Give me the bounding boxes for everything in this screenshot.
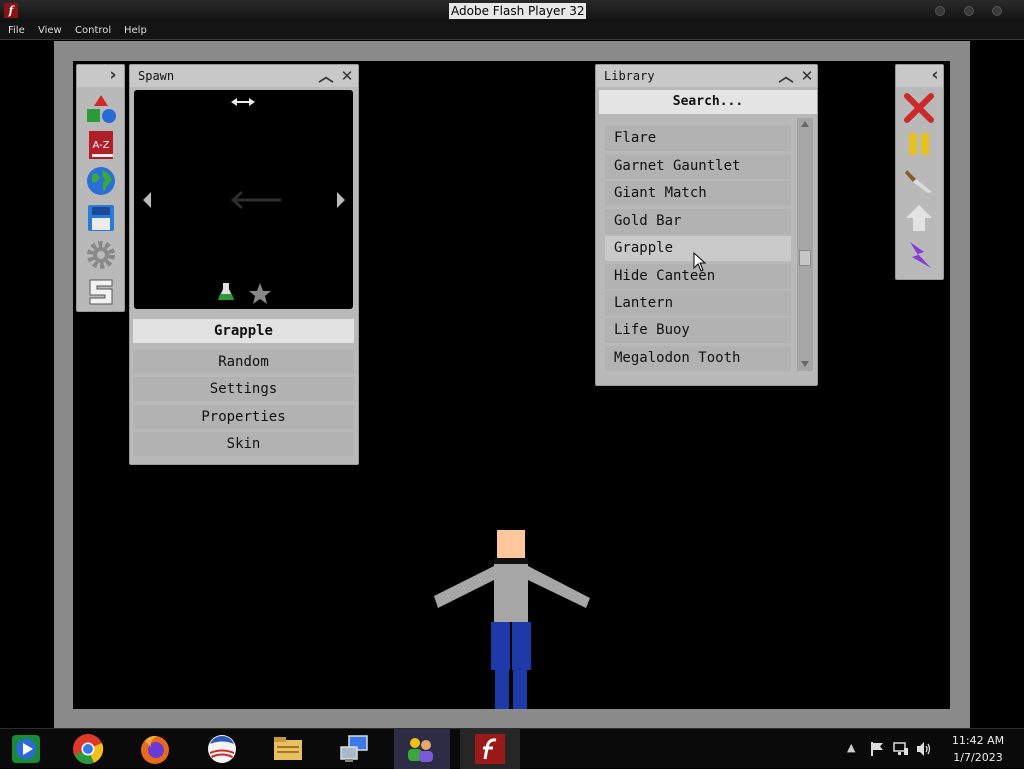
star-icon[interactable] bbox=[249, 283, 271, 304]
obama-logo-icon[interactable] bbox=[206, 733, 238, 765]
action-center-flag-icon[interactable] bbox=[869, 741, 885, 757]
minimize-button[interactable] bbox=[935, 6, 945, 16]
clock-time[interactable]: 11:42 AM bbox=[943, 734, 1013, 747]
pause-icon[interactable] bbox=[904, 129, 934, 159]
library-item[interactable]: Life Buoy bbox=[605, 318, 791, 343]
show-hidden-icons-chevron-icon[interactable]: ▲ bbox=[847, 741, 855, 754]
menu-bar: File View Control Help bbox=[0, 22, 1024, 40]
spawn-random-button[interactable]: Random bbox=[133, 350, 354, 374]
delete-x-icon[interactable] bbox=[904, 93, 934, 123]
expand-right-toolbar-button[interactable]: ‹ bbox=[927, 67, 943, 84]
scroll-down-arrow-icon[interactable] bbox=[801, 361, 809, 367]
steam-s-icon[interactable] bbox=[86, 277, 116, 307]
library-item[interactable]: Gold Bar bbox=[605, 209, 791, 234]
windows-media-icon[interactable] bbox=[10, 733, 42, 765]
expand-toolbar-button[interactable]: › bbox=[105, 67, 121, 84]
firefox-icon[interactable] bbox=[139, 733, 171, 765]
collapse-library-panel-button[interactable]: ︿ bbox=[778, 68, 794, 84]
library-search-input[interactable]: Search... bbox=[599, 90, 817, 114]
library-item[interactable]: Flare bbox=[605, 126, 791, 151]
library-item[interactable]: Lantern bbox=[605, 291, 791, 316]
maximize-button[interactable] bbox=[964, 6, 974, 16]
library-item[interactable]: Giant Match bbox=[605, 181, 791, 206]
file-explorer-icon[interactable] bbox=[272, 733, 304, 765]
library-item[interactable]: Megalodon Tooth bbox=[605, 346, 791, 371]
scrollbar-thumb[interactable] bbox=[799, 250, 811, 266]
menu-control[interactable]: Control bbox=[75, 25, 111, 36]
menu-help[interactable]: Help bbox=[124, 25, 147, 36]
scroll-up-arrow-icon[interactable] bbox=[801, 121, 809, 127]
grapple-hook-icon bbox=[230, 190, 281, 210]
spawn-properties-button[interactable]: Properties bbox=[133, 405, 354, 429]
globe-icon[interactable] bbox=[86, 166, 116, 196]
library-item[interactable]: Garnet Gauntlet bbox=[605, 154, 791, 179]
library-scrollbar[interactable] bbox=[797, 118, 813, 371]
save-icon[interactable] bbox=[86, 203, 116, 233]
clock-date[interactable]: 1/7/2023 bbox=[943, 751, 1013, 764]
menu-file[interactable]: File bbox=[8, 25, 25, 36]
up-arrow-icon[interactable] bbox=[904, 203, 934, 233]
prev-item-arrow-icon[interactable] bbox=[143, 192, 151, 208]
ragdoll-figure[interactable] bbox=[430, 528, 594, 709]
close-spawn-panel-button[interactable]: ✕ bbox=[339, 68, 355, 84]
flash-logo-icon: f bbox=[4, 3, 18, 18]
taskbar: ▲ 11:42 AM 1/7/2023 bbox=[0, 728, 1024, 769]
menu-view[interactable]: View bbox=[38, 25, 62, 36]
next-item-arrow-icon[interactable] bbox=[337, 192, 345, 208]
settings-gear-icon[interactable] bbox=[86, 240, 116, 270]
remote-desktop-icon[interactable] bbox=[339, 733, 371, 765]
spawn-skin-button[interactable]: Skin bbox=[133, 432, 354, 456]
dictionary-icon[interactable]: A-Z bbox=[86, 130, 116, 160]
flask-icon[interactable] bbox=[218, 283, 234, 300]
svg-text:A-Z: A-Z bbox=[92, 140, 109, 151]
close-button[interactable] bbox=[992, 6, 1002, 16]
selected-spawn-item[interactable]: Grapple bbox=[133, 319, 354, 343]
title-bar: f Adobe Flash Player 32 bbox=[0, 0, 1024, 22]
lightning-bolt-icon[interactable] bbox=[904, 240, 934, 270]
resize-horizontal-icon[interactable] bbox=[231, 98, 255, 106]
flash-player-icon[interactable] bbox=[474, 733, 506, 765]
volume-icon[interactable] bbox=[916, 741, 932, 757]
network-icon[interactable] bbox=[893, 741, 909, 757]
collapse-spawn-panel-button[interactable]: ︿ bbox=[318, 68, 334, 84]
knife-icon[interactable] bbox=[904, 165, 934, 195]
spawn-settings-button[interactable]: Settings bbox=[133, 377, 354, 401]
shapes-icon[interactable] bbox=[86, 94, 116, 124]
mouse-cursor-icon bbox=[693, 252, 707, 272]
window-title: Adobe Flash Player 32 bbox=[449, 3, 587, 19]
spawn-preview[interactable] bbox=[134, 90, 353, 309]
chrome-icon[interactable] bbox=[72, 733, 104, 765]
close-library-panel-button[interactable]: ✕ bbox=[799, 68, 815, 84]
network-users-icon[interactable] bbox=[404, 733, 436, 765]
